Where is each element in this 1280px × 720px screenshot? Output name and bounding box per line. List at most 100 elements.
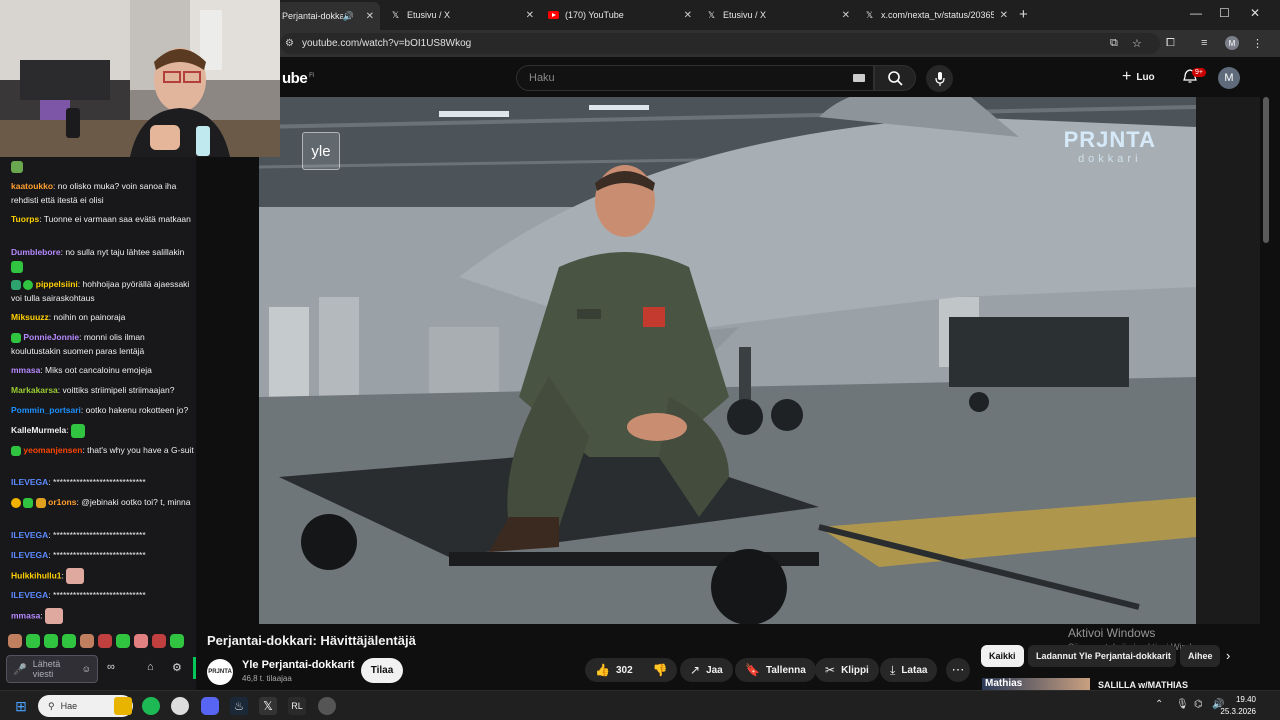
emote-icon[interactable] [152,634,166,648]
chat-username[interactable]: ILEVEGA [11,590,48,600]
chat-username[interactable]: mmasa [11,610,40,620]
save-button[interactable]: 🔖 Tallenna [735,658,816,682]
chat-username[interactable]: ILEVEGA [11,477,48,487]
voice-search-button[interactable] [926,65,953,92]
chat-username[interactable]: ILEVEGA [11,550,48,560]
create-button[interactable]: + Luo [1122,66,1155,88]
tab-x-home-2[interactable]: 𝕏 Etusivu / X ✕ [700,4,856,26]
share-button[interactable]: ↗ Jaa [680,658,733,682]
tab-x-status[interactable]: 𝕏 x.com/nexta_tv/status/2036578... ✕ [858,4,1014,26]
download-button[interactable]: ⤓ Lataa [880,658,938,682]
emote-icon[interactable] [98,634,112,648]
chat-username[interactable]: Markakarsa [11,385,58,395]
clip-button[interactable]: ✂ Klippi [815,658,879,682]
app-rl-icon[interactable]: RL [288,697,306,715]
steam-icon[interactable]: ♨ [230,697,248,715]
chat-username[interactable]: mmasa [11,365,40,375]
chat-message: ILEVEGA: **************************** [11,528,196,542]
search-input[interactable]: Haku [516,65,874,91]
youtube-logo[interactable]: ube FI [282,70,314,87]
windows-start-icon[interactable]: ⊞ [12,697,30,715]
chip-uploaded-by[interactable]: Ladannut Yle Perjantai-dokkarit [1028,645,1176,667]
save-label: Tallenna [765,664,806,676]
close-icon[interactable]: ✕ [684,10,692,21]
minimize-icon[interactable]: — [1190,6,1202,20]
microphone-icon[interactable]: 🎤 [13,663,27,676]
emote-icon[interactable] [80,634,94,648]
emote-icon[interactable] [26,634,40,648]
emote-icon[interactable] [170,634,184,648]
chip-related[interactable]: Aihee [1180,645,1220,667]
close-window-icon[interactable]: ✕ [1250,6,1260,20]
new-tab-icon[interactable]: + [1019,6,1028,23]
close-icon[interactable]: ✕ [526,10,534,21]
maximize-icon[interactable]: ☐ [1219,6,1230,20]
chat-username[interactable]: Miksuuzz [11,312,49,322]
chat-username[interactable]: Hulkkihullu1 [11,570,62,580]
media-control-icon[interactable]: ≡ [1201,37,1207,49]
related-video-thumbnail[interactable]: Mathias [982,678,1090,690]
chat-username[interactable]: Dumblebore [11,247,61,257]
emote-icon[interactable] [116,634,130,648]
spotify-icon[interactable] [142,697,160,715]
site-info-icon[interactable]: ⚙ [285,38,294,49]
page-scrollbar[interactable] [1263,97,1269,243]
related-video-title[interactable]: SALILLA w/MATHIAS [1098,680,1188,690]
discord-icon[interactable] [201,697,219,715]
network-icon[interactable]: ⌬ [1194,699,1203,710]
chrome-icon[interactable] [171,697,189,715]
tab-active[interactable]: Perjantai-dokkari: Hävittäjälentäjä 🔊 ✕ [276,2,380,30]
chat-username[interactable]: Tuorps [11,214,39,224]
close-icon[interactable]: ✕ [1000,10,1008,21]
obs-icon[interactable] [318,697,336,715]
chip-all[interactable]: Kaikki [981,645,1024,667]
tab-youtube[interactable]: (170) YouTube ✕ [542,4,698,26]
account-avatar[interactable]: M [1218,67,1240,89]
close-icon[interactable]: ✕ [842,10,850,21]
channel-avatar[interactable]: PRJNTA [207,659,233,685]
close-icon[interactable]: ✕ [366,11,374,22]
extensions-icon[interactable]: ⧠ [1166,37,1175,50]
chat-input[interactable]: 🎤 Lähetä viesti ☺ [6,655,98,683]
chat-username[interactable]: pippelsiini [36,279,78,289]
chat-send-indicator[interactable] [193,657,196,679]
file-explorer-icon[interactable] [114,697,132,715]
chat-username[interactable]: or1ons [48,497,76,507]
taskbar-clock[interactable]: 19.40 25.3.2026 [1220,694,1256,718]
emote-icon[interactable] [8,634,22,648]
thumbs-up-icon[interactable]: 👍 [595,663,610,677]
like-count[interactable]: 302 [616,665,633,676]
emote-icon[interactable] [44,634,58,648]
channel-points-icon[interactable]: ∞ [107,661,115,673]
bookmark-star-icon[interactable]: ☆ [1132,37,1142,50]
chat-text: that's why you have a G-suit [87,445,194,455]
shop-icon[interactable]: ⌂ [147,661,154,673]
x-app-icon[interactable]: 𝕏 [259,697,277,715]
emoji-icon[interactable]: ☺ [82,664,91,674]
browser-menu-icon[interactable]: ⋮ [1252,37,1263,50]
keyboard-icon[interactable] [853,74,865,82]
url-bar[interactable]: ⚙ youtube.com/watch?v=bOI1US8Wkog [280,33,1160,54]
tray-mic-icon[interactable]: 🎙 [1176,699,1189,710]
emote-icon[interactable] [62,634,76,648]
browser-profile-avatar[interactable]: M [1225,36,1239,50]
channel-name[interactable]: Yle Perjantai-dokkarit [242,659,355,671]
emote-icon[interactable] [134,634,148,648]
install-icon[interactable]: ⧉ [1110,37,1118,50]
chat-username[interactable]: Pommin_portsari [11,405,81,415]
chat-username[interactable]: KalleMurmela [11,425,66,435]
tray-chevron-icon[interactable]: ⌃ [1155,699,1163,710]
chevron-right-icon[interactable]: › [1226,648,1230,663]
chat-username[interactable]: yeomanjensen [23,445,82,455]
subscribe-button[interactable]: Tilaa [361,658,403,683]
chat-username[interactable]: kaatoukko [11,181,53,191]
tab-x-home[interactable]: 𝕏 Etusivu / X ✕ [384,4,540,26]
chat-username[interactable]: ILEVEGA [11,530,48,540]
thumbs-down-icon[interactable]: 👎 [653,663,668,677]
settings-gear-icon[interactable]: ⚙ [172,661,182,674]
more-actions-button[interactable]: ⋯ [946,658,970,682]
speaker-icon[interactable]: 🔊 [343,11,354,22]
search-button[interactable] [874,65,916,91]
chat-username[interactable]: PonnieJonnie [23,332,79,342]
video-player[interactable]: yle PRJNTA dokkari [259,97,1196,624]
